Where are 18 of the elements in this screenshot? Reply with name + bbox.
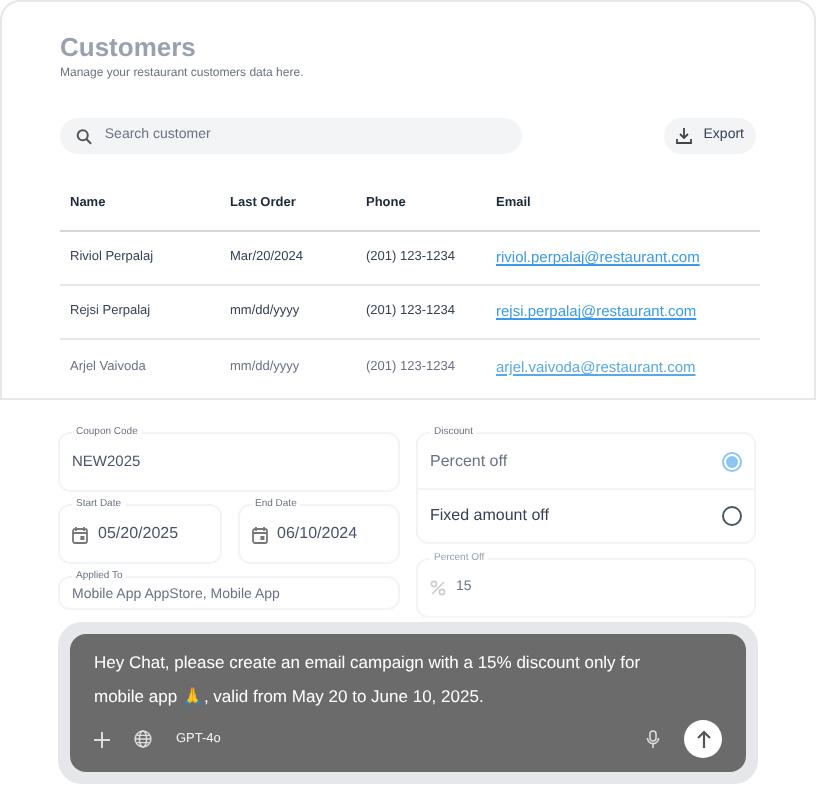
page-title: Customers bbox=[60, 34, 198, 60]
percent-icon bbox=[430, 580, 446, 596]
globe-icon[interactable] bbox=[134, 730, 152, 748]
radio-option[interactable]: Percent off bbox=[418, 434, 754, 488]
calendar-icon bbox=[72, 525, 88, 543]
plus-icon[interactable] bbox=[94, 731, 110, 747]
search-icon bbox=[76, 127, 93, 145]
calendar-icon bbox=[251, 525, 267, 543]
radio-option[interactable]: Fixed amount off bbox=[418, 488, 754, 542]
send-button[interactable] bbox=[684, 720, 722, 758]
download-icon bbox=[675, 128, 692, 144]
field-value: 06/10/2024 bbox=[277, 522, 358, 546]
field-value: 05/20/2025 bbox=[98, 522, 179, 546]
radio-button[interactable] bbox=[722, 506, 742, 526]
chat-message: Hey Chat, please create an email campaign with a 15% discount only for mobile app 🙏, valid from May 20 to June 10, 2025. bbox=[94, 650, 643, 710]
microphone-icon[interactable] bbox=[646, 730, 660, 748]
arrow-up-icon bbox=[695, 730, 711, 748]
radio-button[interactable] bbox=[722, 451, 742, 471]
